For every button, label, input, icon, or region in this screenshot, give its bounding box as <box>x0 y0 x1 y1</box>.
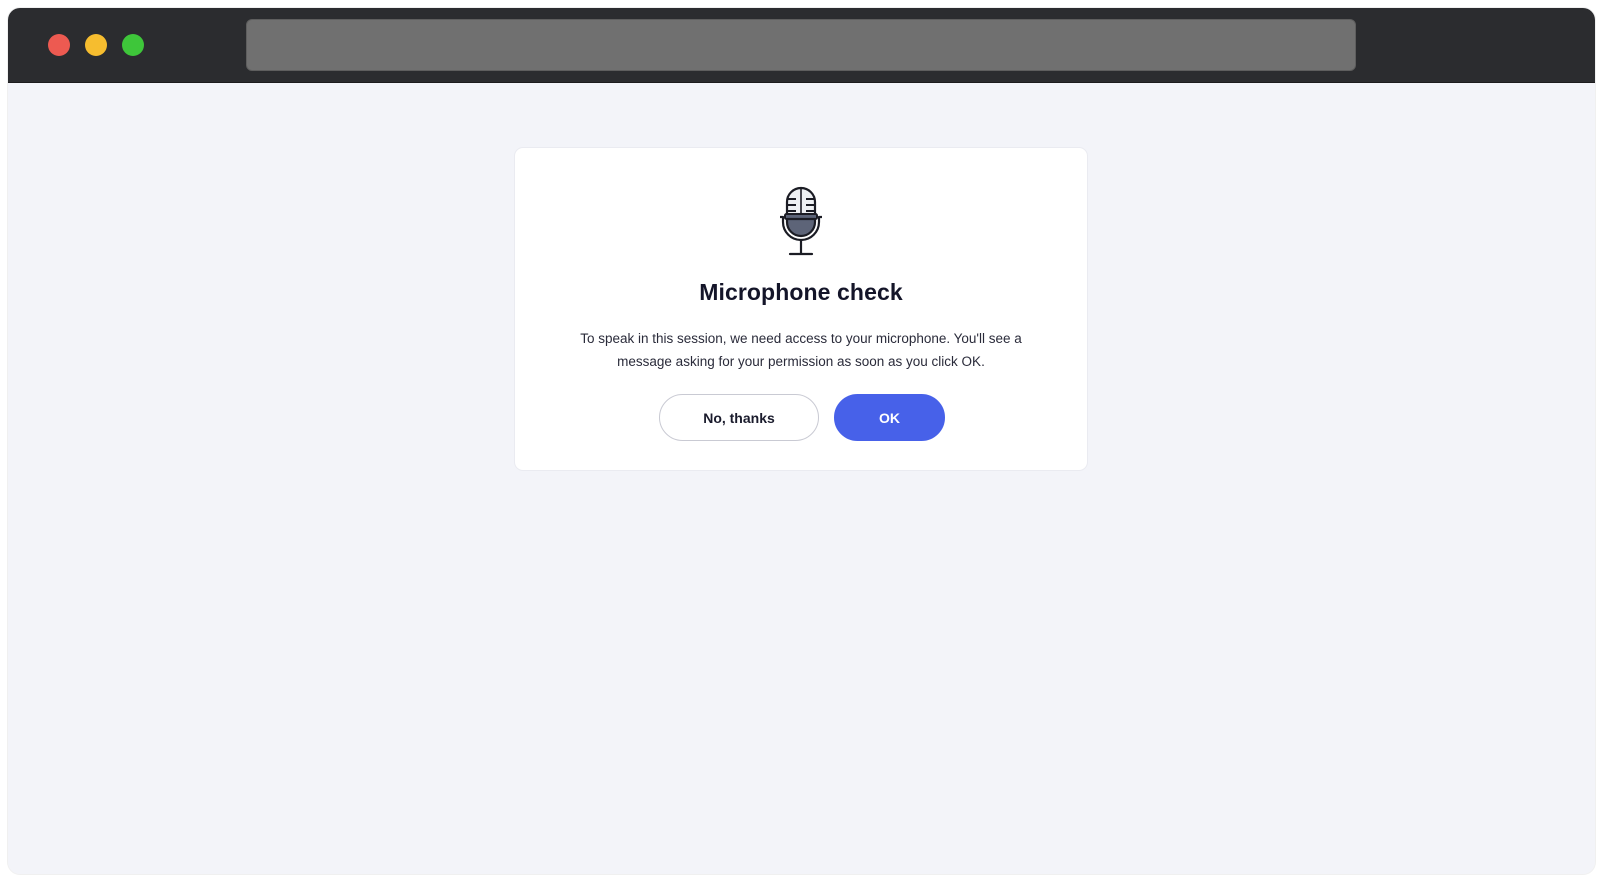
dialog-message: To speak in this session, we need access… <box>580 331 1022 369</box>
browser-window: Microphone check To speak in this sessio… <box>8 8 1595 874</box>
browser-titlebar <box>8 8 1595 83</box>
page-content: Microphone check To speak in this sessio… <box>8 83 1595 874</box>
dialog-title: Microphone check <box>699 279 903 305</box>
address-bar[interactable] <box>246 19 1356 71</box>
no-thanks-button[interactable]: No, thanks <box>659 394 819 441</box>
microphone-check-dialog: Microphone check To speak in this sessio… <box>515 148 1087 470</box>
minimize-window-button[interactable] <box>85 34 107 56</box>
close-window-button[interactable] <box>48 34 70 56</box>
maximize-window-button[interactable] <box>122 34 144 56</box>
microphone-icon <box>780 186 822 256</box>
ok-button[interactable]: OK <box>834 394 945 441</box>
